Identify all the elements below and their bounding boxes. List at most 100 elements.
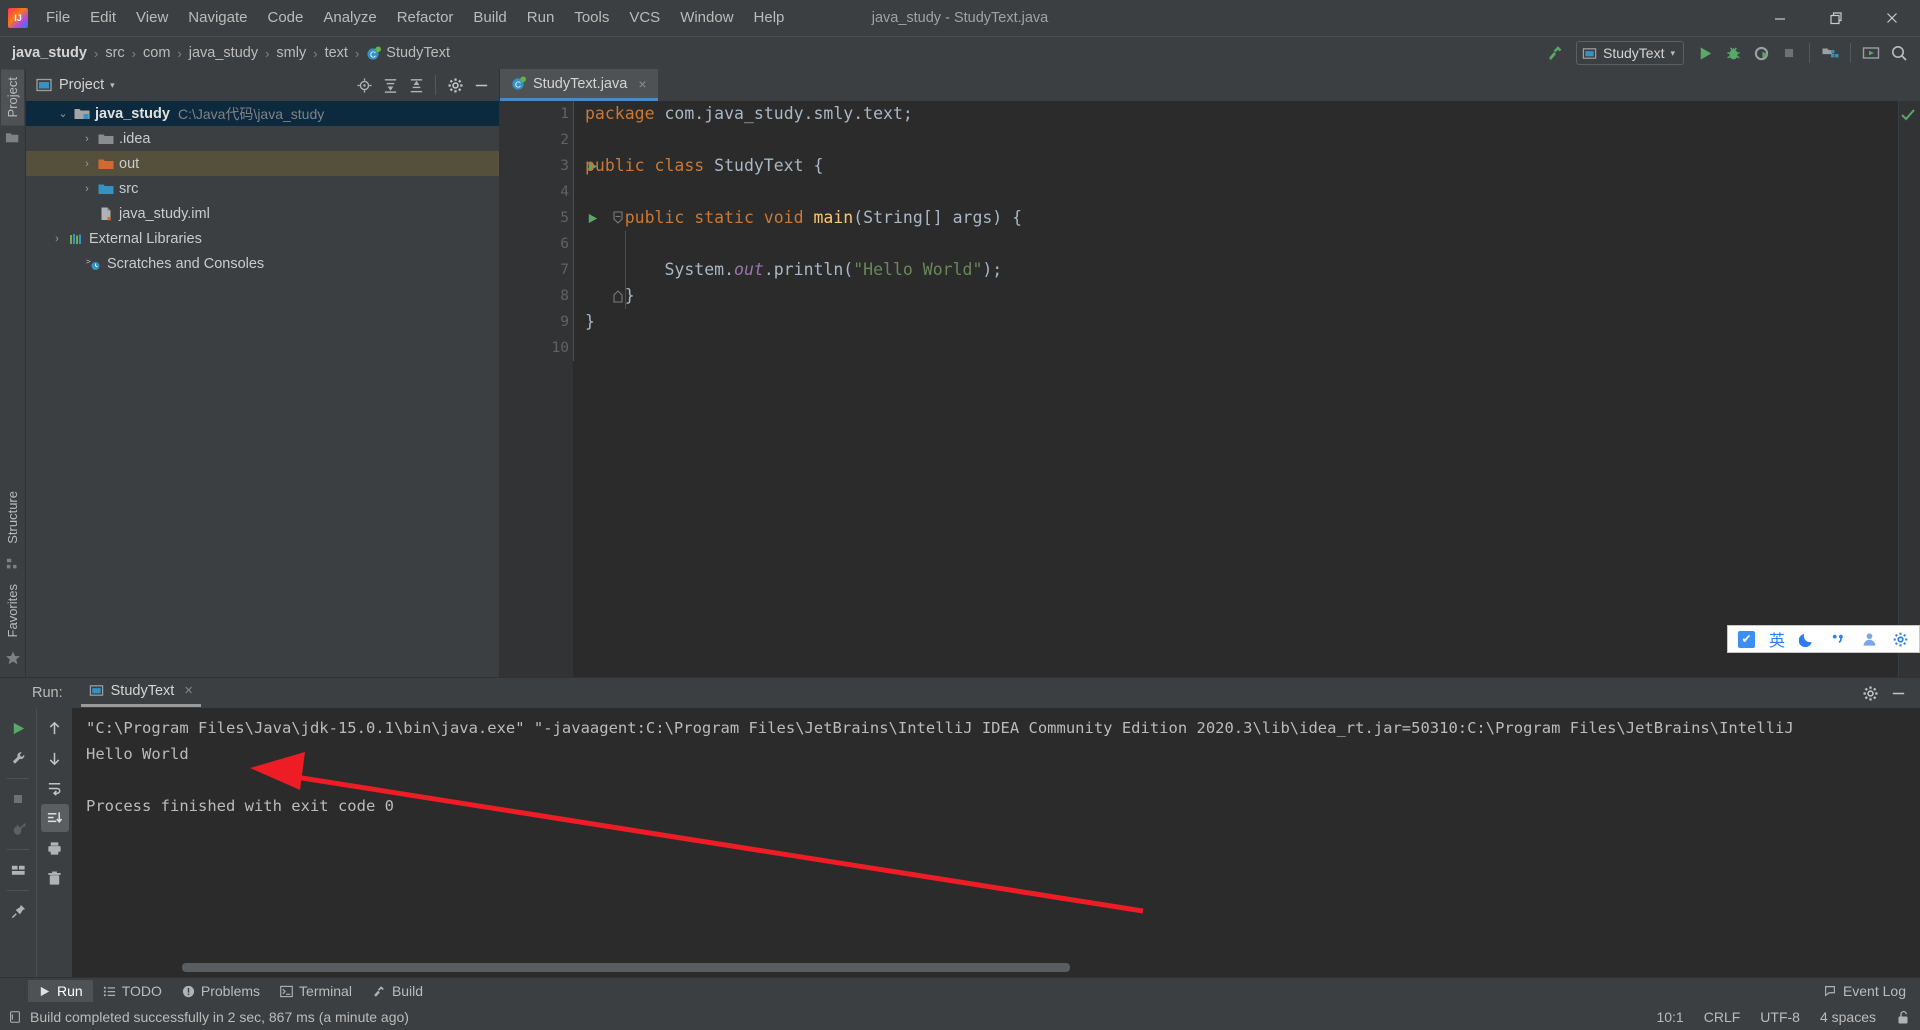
editor-gutter[interactable]: 1 2 3 4 5 6 7 8 9 10 bbox=[500, 101, 623, 677]
sidebar-tab-project[interactable]: Project bbox=[1, 69, 24, 126]
run-configuration-selector[interactable]: StudyText ▾ bbox=[1575, 41, 1684, 65]
breadcrumb-item-3[interactable]: java_study bbox=[185, 43, 262, 63]
print-button[interactable] bbox=[41, 834, 69, 862]
chevron-down-icon[interactable]: ▾ bbox=[110, 80, 115, 91]
tree-node-java-study[interactable]: ⌄ java_study C:\Java代码\java_study bbox=[26, 101, 499, 126]
breadcrumb-class[interactable]: C StudyText bbox=[362, 43, 454, 63]
tree-node-out[interactable]: › out bbox=[26, 151, 499, 176]
updates-button[interactable] bbox=[1858, 40, 1884, 66]
locate-file-button[interactable] bbox=[352, 73, 376, 97]
encoding-indicator[interactable]: UTF-8 bbox=[1760, 1009, 1800, 1025]
close-icon[interactable]: × bbox=[638, 76, 646, 92]
menu-window[interactable]: Window bbox=[670, 4, 743, 32]
ime-language-label[interactable]: 英 bbox=[1769, 627, 1785, 651]
menu-vcs[interactable]: VCS bbox=[619, 4, 670, 32]
tree-arrow-collapsed[interactable]: › bbox=[78, 133, 96, 145]
console-horizontal-scrollbar[interactable] bbox=[182, 963, 1070, 972]
tree-arrow-expanded[interactable]: ⌄ bbox=[54, 107, 72, 120]
hide-panel-button[interactable] bbox=[469, 73, 493, 97]
search-everywhere-button[interactable] bbox=[1886, 40, 1912, 66]
close-icon[interactable]: × bbox=[184, 683, 192, 699]
down-button[interactable] bbox=[41, 744, 69, 772]
ime-language-bar[interactable]: ✔ 英 bbox=[1726, 625, 1920, 653]
menu-code[interactable]: Code bbox=[257, 4, 313, 32]
sidebar-tab-structure[interactable]: Structure bbox=[1, 483, 24, 552]
user-icon[interactable] bbox=[1861, 631, 1878, 648]
editor-tab-studytext[interactable]: C StudyText.java × bbox=[500, 69, 658, 101]
menu-edit[interactable]: Edit bbox=[80, 4, 126, 32]
code-editor[interactable]: 1 2 3 4 5 6 7 8 9 10 package com.java_st… bbox=[500, 101, 1920, 677]
inspection-ok-icon[interactable] bbox=[1900, 107, 1916, 123]
run-tab-studytext[interactable]: StudyText × bbox=[80, 680, 201, 707]
menu-refactor[interactable]: Refactor bbox=[387, 4, 464, 32]
tool-window-tab-todo[interactable]: TODO bbox=[93, 980, 172, 1002]
tool-window-tab-problems[interactable]: Problems bbox=[172, 980, 270, 1002]
rerun-button[interactable] bbox=[4, 714, 32, 742]
clear-all-button[interactable] bbox=[41, 864, 69, 892]
menu-file[interactable]: File bbox=[36, 4, 80, 32]
menu-analyze[interactable]: Analyze bbox=[313, 4, 386, 32]
run-button[interactable] bbox=[1692, 40, 1718, 66]
build-project-button[interactable] bbox=[1542, 40, 1568, 66]
close-button[interactable] bbox=[1864, 0, 1920, 36]
layout-button[interactable] bbox=[4, 856, 32, 884]
caret-position-indicator[interactable]: 10:1 bbox=[1656, 1009, 1683, 1025]
indent-indicator[interactable]: 4 spaces bbox=[1820, 1009, 1876, 1025]
menu-tools[interactable]: Tools bbox=[564, 4, 619, 32]
lock-icon[interactable] bbox=[1896, 1010, 1910, 1025]
stop-button[interactable] bbox=[4, 785, 32, 813]
menu-navigate[interactable]: Navigate bbox=[178, 4, 257, 32]
tree-arrow-collapsed[interactable]: › bbox=[78, 183, 96, 195]
tree-node-iml[interactable]: java_study.iml bbox=[26, 201, 499, 226]
punctuation-icon[interactable] bbox=[1830, 631, 1847, 648]
edit-configuration-button[interactable] bbox=[4, 744, 32, 772]
sidebar-tab-favorites[interactable]: Favorites bbox=[1, 576, 24, 645]
editor-inspection-gutter[interactable] bbox=[1898, 101, 1920, 677]
line-separator-indicator[interactable]: CRLF bbox=[1704, 1009, 1741, 1025]
code-content[interactable]: package com.java_study.smly.text; public… bbox=[573, 101, 1898, 677]
menu-run[interactable]: Run bbox=[517, 4, 565, 32]
expand-all-button[interactable] bbox=[378, 73, 402, 97]
scroll-to-end-button[interactable] bbox=[40, 804, 69, 832]
breadcrumb-item-0[interactable]: java_study bbox=[8, 43, 91, 63]
up-button[interactable] bbox=[41, 714, 69, 742]
minimize-button[interactable] bbox=[1752, 0, 1808, 36]
run-panel-hide-button[interactable] bbox=[1886, 681, 1910, 705]
tool-window-tab-run[interactable]: Run bbox=[28, 980, 93, 1002]
project-structure-button[interactable] bbox=[1817, 40, 1843, 66]
tool-window-tab-terminal[interactable]: Terminal bbox=[270, 980, 362, 1002]
run-with-coverage-button[interactable] bbox=[1748, 40, 1774, 66]
breadcrumb-item-4[interactable]: smly bbox=[272, 43, 310, 63]
tree-arrow-collapsed[interactable]: › bbox=[78, 158, 96, 170]
menu-build[interactable]: Build bbox=[463, 4, 516, 32]
tree-node-idea[interactable]: › .idea bbox=[26, 126, 499, 151]
breadcrumb-item-5[interactable]: text bbox=[321, 43, 352, 63]
debug-button[interactable] bbox=[1720, 40, 1746, 66]
run-panel-settings-button[interactable] bbox=[1858, 681, 1882, 705]
moon-icon[interactable] bbox=[1799, 631, 1816, 648]
stop-button[interactable] bbox=[1776, 40, 1802, 66]
tree-node-scratches[interactable]: >_ Scratches and Consoles bbox=[26, 251, 499, 276]
maximize-button[interactable] bbox=[1808, 0, 1864, 36]
tree-node-external-libraries[interactable]: › External Libraries bbox=[26, 226, 499, 251]
menu-view[interactable]: View bbox=[126, 4, 178, 32]
structure-icon[interactable] bbox=[6, 557, 20, 571]
console-output[interactable]: "C:\Program Files\Java\jdk-15.0.1\bin\ja… bbox=[72, 708, 1920, 977]
dump-threads-button[interactable] bbox=[4, 815, 32, 843]
breadcrumb-item-1[interactable]: src bbox=[101, 43, 128, 63]
tool-window-tab-build[interactable]: Build bbox=[362, 980, 433, 1002]
settings-icon[interactable] bbox=[1892, 631, 1909, 648]
event-log-button[interactable]: Event Log bbox=[1823, 983, 1920, 999]
menu-help[interactable]: Help bbox=[744, 4, 795, 32]
menu-window-label: Window bbox=[680, 9, 734, 26]
pin-tab-button[interactable] bbox=[4, 897, 32, 925]
project-settings-button[interactable] bbox=[443, 73, 467, 97]
folder-icon[interactable] bbox=[5, 130, 20, 145]
collapse-all-button[interactable] bbox=[404, 73, 428, 97]
breadcrumb-item-2[interactable]: com bbox=[139, 43, 174, 63]
ime-checkbox-icon[interactable]: ✔ bbox=[1737, 630, 1755, 648]
tree-arrow-collapsed[interactable]: › bbox=[48, 233, 66, 245]
soft-wrap-button[interactable] bbox=[41, 774, 69, 802]
star-icon[interactable] bbox=[5, 650, 21, 666]
tree-node-src[interactable]: › src bbox=[26, 176, 499, 201]
